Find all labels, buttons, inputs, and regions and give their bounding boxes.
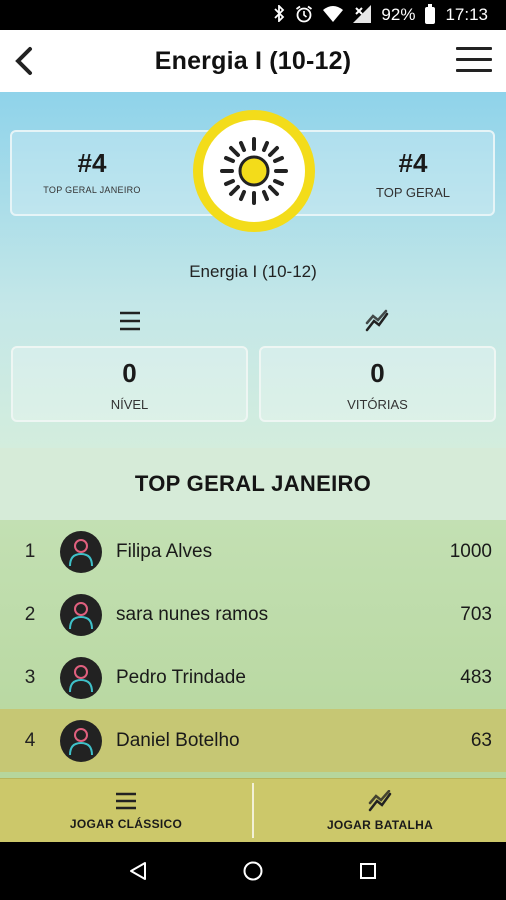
recents-square-icon[interactable]: [357, 860, 379, 882]
home-circle-icon[interactable]: [242, 860, 264, 882]
rank-monthly-value: #4: [77, 148, 107, 178]
play-classic-button[interactable]: JOGAR CLÁSSICO: [0, 779, 252, 842]
wins-stat: 0 VITÓRIAS: [259, 346, 496, 422]
list-icon: [120, 311, 140, 331]
user-icon: [69, 601, 93, 629]
leaderboard-list[interactable]: 1 Filipa Alves 1000 2 sara nunes ramos 7…: [0, 520, 506, 778]
battery-icon: [425, 3, 436, 24]
table-row[interactable]: 1 Filipa Alves 1000: [0, 520, 506, 583]
back-triangle-icon[interactable]: [127, 860, 149, 882]
avatar: [60, 593, 102, 636]
status-bar: 92% 17:13: [0, 0, 506, 30]
hamburger-menu-icon[interactable]: [456, 47, 492, 75]
play-classic-label: JOGAR CLÁSSICO: [69, 816, 183, 831]
wins-label: VITÓRIAS: [347, 397, 408, 412]
wifi-icon: [323, 5, 344, 25]
leaderboard-title: TOP GERAL JANEIRO: [0, 448, 506, 520]
app-bar: Energia I (10-12): [0, 30, 506, 92]
row-name: Filipa Alves: [116, 540, 213, 562]
play-battle-label: JOGAR BATALHA: [326, 817, 434, 832]
avatar: [60, 719, 102, 762]
subject-name: Energia I (10-12): [189, 262, 317, 281]
level-stat: 0 NÍVEL: [11, 346, 248, 422]
list-icon: [116, 792, 136, 809]
back-button[interactable]: [10, 44, 40, 78]
rank-overall: #4 TOP GERAL: [333, 148, 493, 200]
system-nav-bar: [0, 842, 506, 900]
row-name: Daniel Botelho: [116, 729, 240, 751]
row-score: 703: [460, 603, 492, 625]
battery-percent: 92%: [381, 5, 416, 24]
alarm-icon: [295, 5, 313, 26]
sun-icon: [220, 137, 288, 205]
level-value: 0: [122, 358, 137, 388]
page-title: Energia I (10-12): [154, 46, 352, 75]
row-position: 4: [24, 729, 36, 751]
rank-monthly: #4 TOP GERAL JANEIRO: [12, 148, 172, 195]
row-score: 63: [470, 729, 492, 751]
trend-icon: [368, 789, 392, 811]
table-row[interactable]: 2 sara nunes ramos 703: [0, 583, 506, 646]
chevron-left-icon: [15, 47, 32, 75]
user-icon: [69, 664, 93, 692]
wins-value: 0: [370, 358, 385, 388]
row-position: 3: [24, 666, 36, 688]
row-score: 483: [460, 666, 492, 688]
rank-overall-value: #4: [398, 148, 428, 178]
row-position: 2: [24, 603, 36, 625]
level-label: NÍVEL: [110, 397, 149, 412]
row-position: 1: [24, 540, 36, 562]
profile-hero: #4 TOP GERAL JANEIRO #4 TOP GERAL Energi…: [0, 92, 506, 448]
no-signal-icon: [353, 4, 372, 26]
topic-badge: [193, 110, 315, 232]
clock: 17:13: [445, 5, 488, 24]
user-icon: [69, 727, 93, 755]
table-row-current-user[interactable]: 4 Daniel Botelho 63: [0, 709, 506, 772]
avatar: [60, 656, 102, 699]
play-battle-button[interactable]: JOGAR BATALHA: [254, 779, 506, 842]
row-name: Pedro Trindade: [116, 666, 246, 688]
user-icon: [69, 538, 93, 566]
bottom-nav: JOGAR CLÁSSICO JOGAR BATALHA: [0, 778, 506, 842]
row-name: sara nunes ramos: [116, 603, 269, 625]
rank-overall-label: TOP GERAL: [376, 185, 450, 200]
rank-monthly-label: TOP GERAL JANEIRO: [43, 185, 141, 195]
trend-icon: [365, 309, 389, 332]
avatar: [60, 530, 102, 573]
table-row[interactable]: 3 Pedro Trindade 483: [0, 646, 506, 709]
bluetooth-icon: [273, 3, 285, 25]
row-score: 1000: [449, 540, 492, 562]
